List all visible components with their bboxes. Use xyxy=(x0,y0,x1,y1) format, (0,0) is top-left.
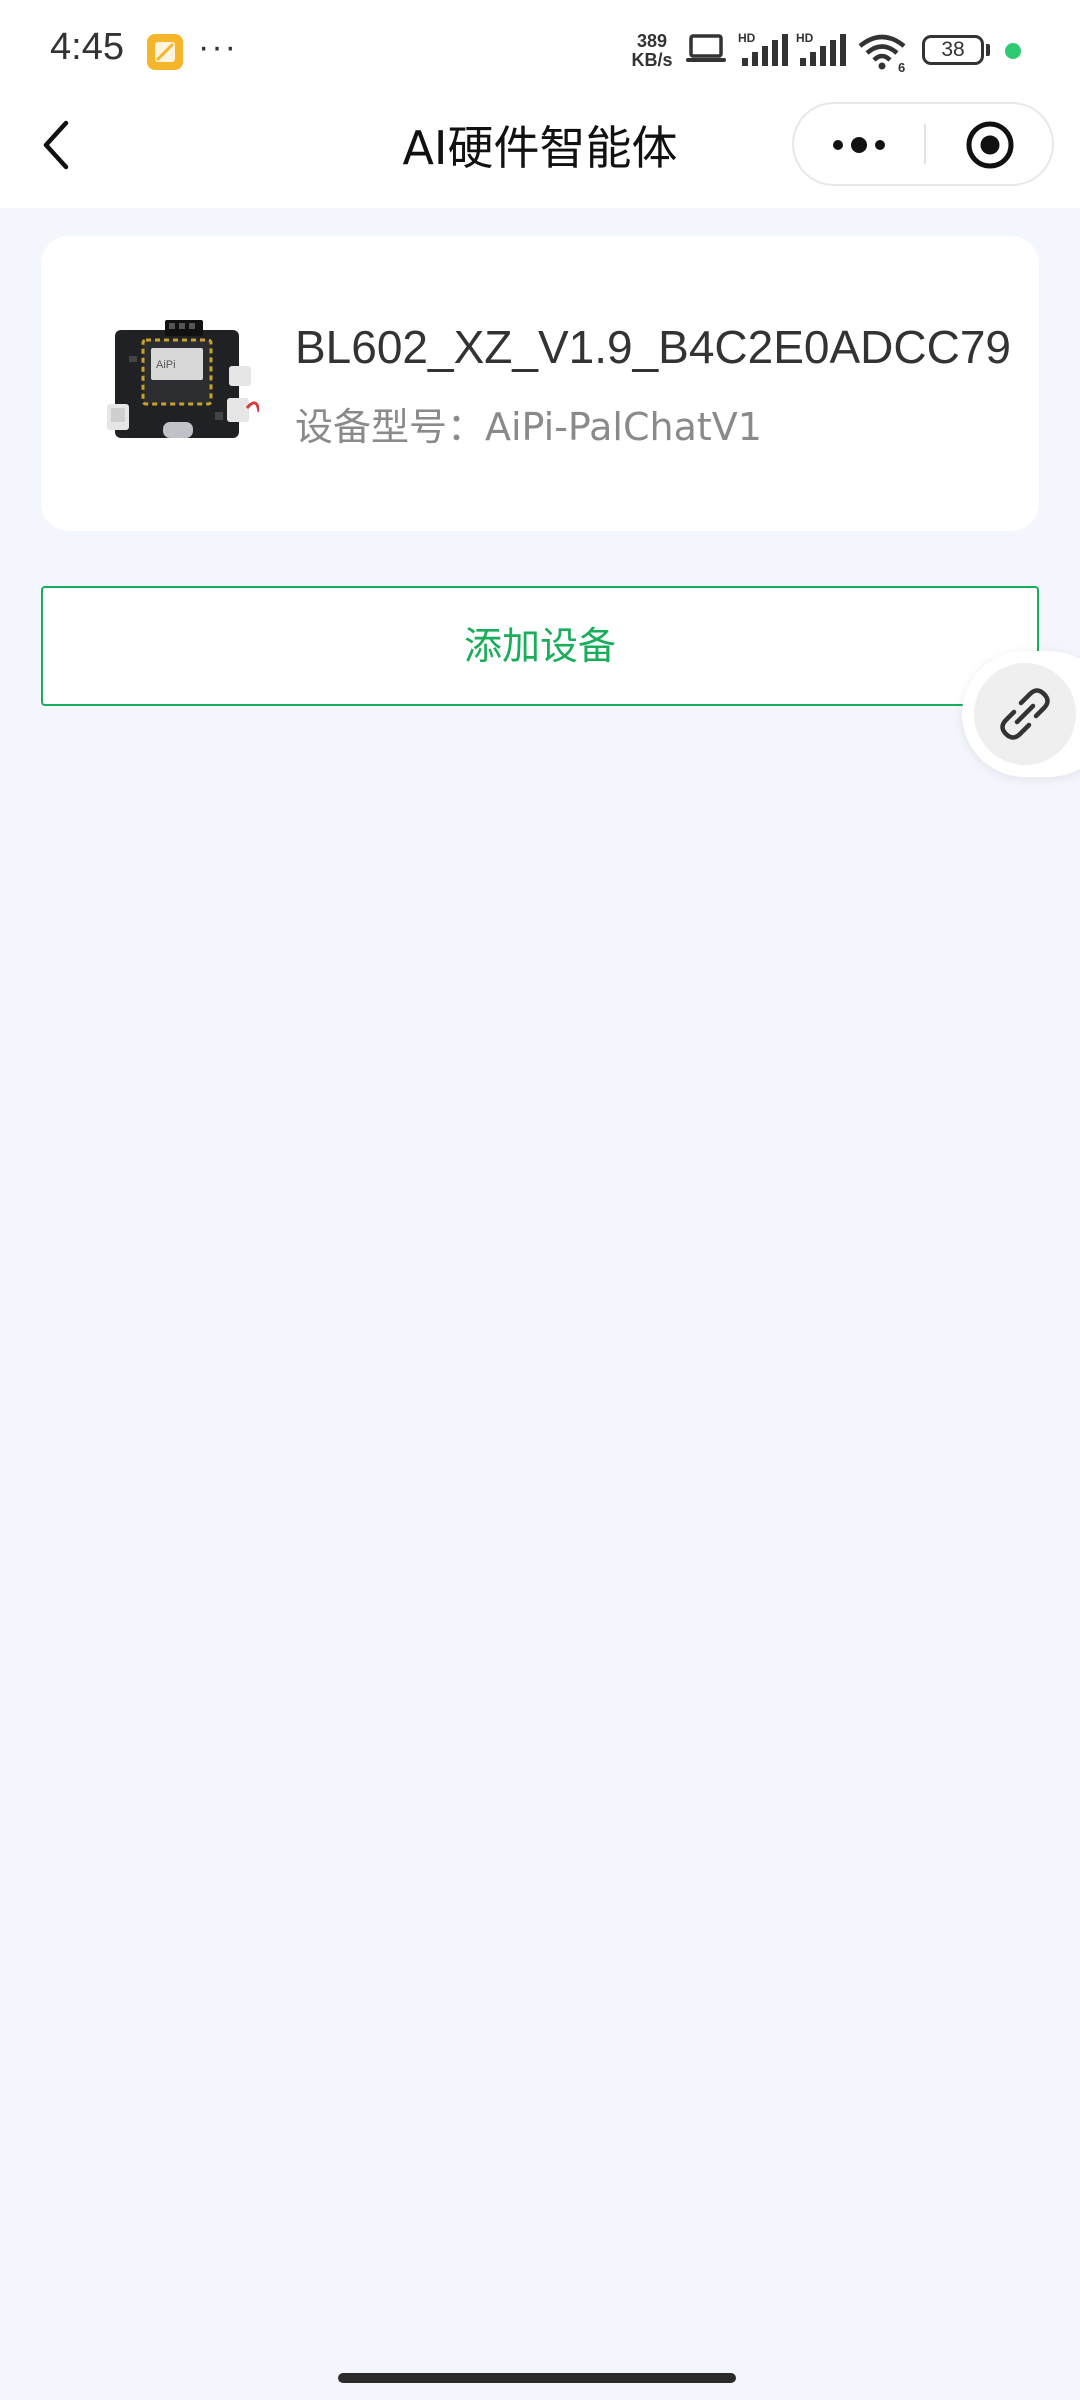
network-speed: 389 KB/s xyxy=(624,32,680,70)
link-icon xyxy=(1000,688,1050,740)
close-miniprogram-button[interactable] xyxy=(926,104,1054,184)
hd-signal-icon: HD xyxy=(796,30,846,74)
svg-text:AiPi: AiPi xyxy=(156,359,176,371)
add-device-button[interactable]: 添加设备 xyxy=(41,586,1039,706)
laptop-icon xyxy=(684,32,728,72)
miniprogram-capsule xyxy=(792,102,1054,186)
device-model: 设备型号：AiPi-PalChatV1 xyxy=(295,405,762,449)
svg-text:HD: HD xyxy=(796,31,814,45)
floating-link-inner xyxy=(974,663,1076,765)
svg-text:6: 6 xyxy=(898,60,905,72)
device-card[interactable]: AiPi BL602_XZ_V1.9_B4C2E0ADCC79 设备型号：AiP… xyxy=(41,236,1039,531)
home-indicator[interactable] xyxy=(338,2373,736,2383)
battery-icon: 38 xyxy=(922,35,984,65)
app-notification-icon xyxy=(147,34,183,70)
dev-board-image: AiPi xyxy=(107,316,261,446)
back-button[interactable] xyxy=(36,115,86,175)
device-name: BL602_XZ_V1.9_B4C2E0ADCC79 xyxy=(295,321,1012,373)
more-button[interactable] xyxy=(794,104,924,184)
chevron-left-icon xyxy=(43,120,69,170)
network-speed-unit: KB/s xyxy=(631,50,673,70)
page-title: AI硬件智能体 xyxy=(402,121,678,175)
status-bar: 4:45 ··· 389 KB/s HD HD 6 38 xyxy=(0,0,1080,100)
more-dots-icon xyxy=(833,137,885,153)
wifi-6-icon: 6 xyxy=(858,32,910,76)
battery-tip xyxy=(986,44,990,56)
hd-signal-icon: HD xyxy=(738,30,788,74)
privacy-indicator-dot xyxy=(1005,43,1021,59)
target-close-icon xyxy=(966,121,1014,169)
status-time: 4:45 xyxy=(50,26,124,68)
network-speed-value: 389 xyxy=(636,31,668,51)
floating-link-button[interactable] xyxy=(962,651,1080,777)
status-more-indicator: ··· xyxy=(198,28,238,66)
svg-text:HD: HD xyxy=(738,31,756,45)
